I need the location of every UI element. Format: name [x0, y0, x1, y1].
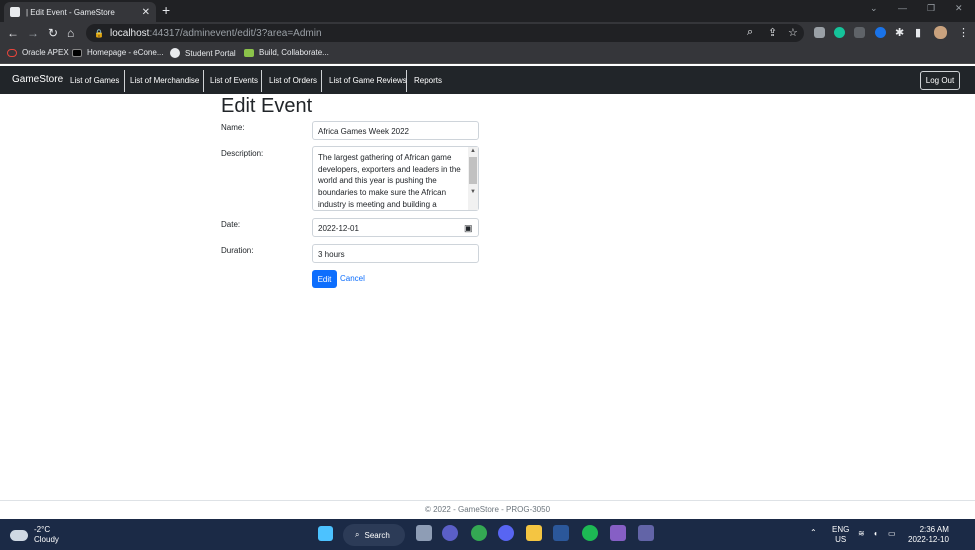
build-icon: [244, 48, 254, 57]
bookmark-item[interactable]: Homepage - eCone...: [72, 48, 164, 57]
word-icon[interactable]: [553, 525, 569, 541]
nav-divider: [321, 70, 322, 92]
minimize-icon[interactable]: —: [898, 3, 907, 13]
system-clock[interactable]: 2:36 AM 2022-12-10: [908, 525, 949, 545]
menu-dots-icon[interactable]: ⋮: [958, 26, 969, 39]
close-tab-icon[interactable]: ✕: [142, 7, 150, 18]
forward-icon[interactable]: →: [27, 26, 39, 40]
date-input[interactable]: 2022-12-01: [312, 218, 479, 237]
footer-text: © 2022 - GameStore - PROG-3050: [424, 505, 551, 514]
nav-link-games[interactable]: List of Games: [70, 76, 119, 85]
page-title: Edit Event: [221, 95, 313, 117]
duration-input[interactable]: 3 hours: [312, 244, 479, 263]
nav-link-game-reviews[interactable]: List of Game Reviews: [329, 76, 407, 85]
wifi-icon[interactable]: ≋: [858, 529, 865, 539]
extension-icon[interactable]: [814, 27, 825, 38]
tab-title: | Edit Event - GameStore: [26, 7, 115, 17]
weather-desc: Cloudy: [34, 535, 59, 544]
taskbar-search[interactable]: ⌕ Search: [343, 524, 405, 546]
reload-icon[interactable]: ↻: [48, 26, 58, 40]
footer-divider: [0, 500, 975, 501]
search-icon: ⌕: [355, 530, 360, 539]
side-panel-icon[interactable]: ▮: [915, 26, 921, 39]
oracle-icon: [7, 48, 17, 57]
cancel-link[interactable]: Cancel: [340, 274, 365, 283]
page-favicon-icon: [10, 7, 20, 17]
language-indicator[interactable]: ENG US: [832, 525, 849, 545]
chrome-icon[interactable]: [471, 525, 487, 541]
nav-link-merchandise[interactable]: List of Merchandise: [130, 76, 199, 85]
grammarly-icon[interactable]: [834, 27, 845, 38]
file-explorer-icon[interactable]: [526, 525, 542, 541]
cloud-icon: [10, 529, 28, 541]
nav-divider: [124, 70, 125, 92]
url-path: :44317/adminevent/edit/3?area=Admin: [149, 27, 322, 39]
task-view-icon[interactable]: [416, 525, 432, 541]
tray-chevron-icon[interactable]: ⌃: [810, 528, 817, 538]
scroll-thumb[interactable]: [469, 157, 477, 184]
extension-icon[interactable]: [875, 27, 886, 38]
calendar-icon[interactable]: ▣: [464, 223, 473, 234]
lock-icon: 🔒: [94, 28, 104, 38]
brand-link[interactable]: GameStore: [12, 74, 63, 85]
teams-icon[interactable]: [638, 525, 654, 541]
bookmark-item[interactable]: Oracle APEX: [7, 48, 69, 57]
dell-icon: [72, 48, 82, 57]
windows-taskbar: [0, 519, 975, 550]
avatar[interactable]: [934, 26, 947, 39]
address-bar[interactable]: 🔒 localhost:44317/adminevent/edit/3?area…: [86, 24, 804, 42]
back-icon[interactable]: ←: [7, 26, 19, 40]
nav-link-orders[interactable]: List of Orders: [269, 76, 317, 85]
duration-label: Duration:: [221, 246, 254, 255]
edit-button[interactable]: Edit: [312, 270, 337, 288]
description-textarea[interactable]: The largest gathering of African game de…: [312, 146, 479, 211]
discord-icon[interactable]: [498, 525, 514, 541]
logout-button[interactable]: Log Out: [920, 71, 960, 90]
textarea-scrollbar[interactable]: ▲ ▼: [468, 147, 478, 210]
zoom-search-icon[interactable]: ⌕: [747, 26, 753, 39]
home-icon[interactable]: ⌂: [67, 26, 74, 40]
teams-chat-icon[interactable]: [442, 525, 458, 541]
description-label: Description:: [221, 149, 264, 158]
url-host: localhost: [109, 27, 150, 39]
chevron-down-icon[interactable]: ⌄: [870, 3, 878, 14]
bookmark-item[interactable]: Student Portal: [170, 48, 236, 58]
scroll-up-icon[interactable]: ▲: [470, 148, 476, 154]
name-input[interactable]: Africa Games Week 2022: [312, 121, 479, 140]
name-label: Name:: [221, 123, 245, 132]
bookmark-star-icon[interactable]: ☆: [788, 26, 798, 39]
nav-divider: [203, 70, 204, 92]
date-label: Date:: [221, 220, 241, 229]
visual-studio-icon[interactable]: [610, 525, 626, 541]
restore-icon[interactable]: ❐: [927, 3, 935, 14]
extension-icon[interactable]: [854, 27, 865, 38]
nav-link-reports[interactable]: Reports: [414, 76, 442, 85]
puzzle-icon[interactable]: ✱: [895, 26, 904, 39]
globe-icon: [170, 48, 180, 58]
bookmark-item[interactable]: Build, Collaborate...: [244, 48, 329, 57]
weather-temp: -2°C: [34, 525, 51, 534]
weather-widget[interactable]: -2°C Cloudy: [10, 525, 59, 545]
nav-link-events[interactable]: List of Events: [210, 76, 258, 85]
windows-start-icon[interactable]: [318, 526, 333, 541]
share-icon[interactable]: ⇪: [768, 26, 777, 39]
close-window-icon[interactable]: ✕: [955, 3, 963, 14]
new-tab-icon[interactable]: +: [162, 2, 170, 18]
scroll-down-icon[interactable]: ▼: [470, 189, 476, 195]
spotify-icon[interactable]: [582, 525, 598, 541]
volume-icon[interactable]: ◖: [873, 529, 878, 539]
battery-icon[interactable]: ▭: [888, 529, 896, 539]
browser-tab[interactable]: | Edit Event - GameStore ✕: [4, 2, 156, 22]
nav-divider: [261, 70, 262, 92]
